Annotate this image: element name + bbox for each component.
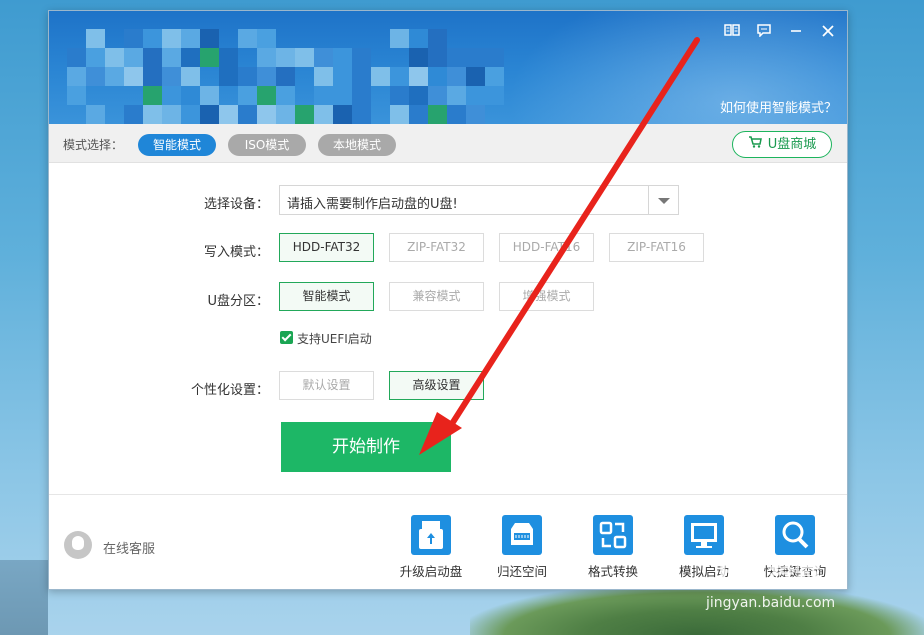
baidu-jingyan-watermark-logo: Bai 经验 <box>718 558 820 588</box>
baidu-jingyan-watermark-url: jingyan.baidu.com <box>706 595 836 611</box>
red-annotation-arrow <box>419 37 700 455</box>
